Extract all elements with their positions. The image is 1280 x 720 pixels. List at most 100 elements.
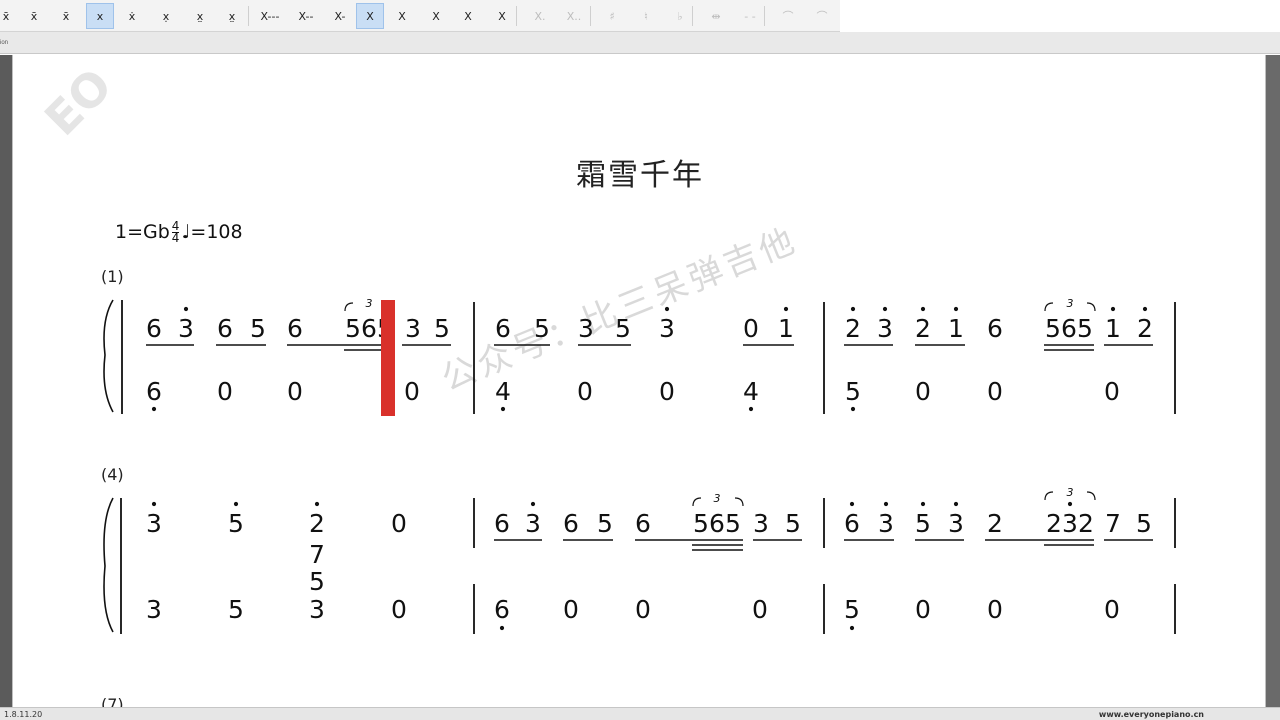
toolbar-dash-button[interactable]: - - [736, 3, 764, 29]
toolbar-natural-button[interactable]: ♮ [632, 3, 660, 29]
lower-note[interactable]: 0 [563, 595, 579, 624]
toolbar-note-dot-below-button[interactable]: x̣ [152, 3, 180, 29]
score-page[interactable]: EO 霜雪千年 1=Gb 4 4 ♩=108 (1) (4) (7) 公众号：比三呆弹… [12, 55, 1266, 707]
lower-note[interactable]: 0 [915, 595, 931, 624]
upper-note[interactable]: 1 [1105, 314, 1121, 343]
upper-note[interactable]: 3 [659, 314, 675, 343]
upper-note[interactable]: 3 [578, 314, 594, 343]
upper-note[interactable]: 7 [1105, 509, 1121, 538]
toolbar-quarter-note-button[interactable]: X [356, 3, 384, 29]
toolbar-double-dotted-button[interactable]: X.. [560, 3, 588, 29]
upper-note[interactable]: 3 [178, 314, 194, 343]
lower-note[interactable]: 5 [845, 377, 861, 406]
upper-note[interactable]: 3 [753, 509, 769, 538]
lower-note[interactable]: 0 [391, 595, 407, 624]
upper-note[interactable]: 5 [345, 314, 361, 343]
upper-note[interactable]: 3 [948, 509, 964, 538]
upper-note[interactable]: 2 [845, 314, 861, 343]
upper-note[interactable]: 3 [878, 509, 894, 538]
upper-note[interactable]: 6 [709, 509, 725, 538]
lower-note[interactable]: 5 [228, 595, 244, 624]
toolbar-slur-button[interactable]: ⌒ [774, 3, 802, 29]
upper-note[interactable]: 3 [146, 509, 162, 538]
upper-note[interactable]: 7 [309, 540, 325, 569]
toolbar-sixteenth-note-button[interactable]: X [422, 3, 450, 29]
upper-note[interactable]: 5 [1077, 314, 1093, 343]
toolbar-dotted-button[interactable]: X. [526, 3, 554, 29]
lower-note[interactable]: 0 [217, 377, 233, 406]
toolbar-note-upper-2-button[interactable]: x̄ [20, 3, 48, 29]
toolbar-whole-note-button[interactable]: X--- [256, 3, 284, 29]
upper-note[interactable]: 6 [217, 314, 233, 343]
score-canvas[interactable]: 6365656535653530123216565123360004004500… [13, 55, 1266, 707]
toolbar-note-upper-3-button[interactable]: x̄ [52, 3, 80, 29]
upper-note[interactable]: 2 [1137, 314, 1153, 343]
lower-note[interactable]: 0 [1104, 377, 1120, 406]
upper-note[interactable]: 1 [948, 314, 964, 343]
upper-note[interactable]: 5 [785, 509, 801, 538]
lower-note[interactable]: 0 [404, 377, 420, 406]
upper-note[interactable]: 5 [534, 314, 550, 343]
toolbar-note-3dot-below-button[interactable]: x̤ [218, 3, 246, 29]
lower-note[interactable]: 6 [494, 595, 510, 624]
toolbar-32nd-note-button[interactable]: X [454, 3, 482, 29]
upper-note[interactable]: 2 [987, 509, 1003, 538]
upper-note[interactable]: 3 [525, 509, 541, 538]
lower-note[interactable]: 0 [287, 377, 303, 406]
upper-note[interactable]: 3 [877, 314, 893, 343]
toolbar-tie-button[interactable]: ⇹ [702, 3, 730, 29]
lower-note[interactable]: 3 [309, 595, 325, 624]
toolbar-note-dot-above-button[interactable]: ẋ [118, 3, 146, 29]
lower-note[interactable]: 0 [915, 377, 931, 406]
upper-note[interactable]: 3 [405, 314, 421, 343]
upper-note[interactable]: 6 [287, 314, 303, 343]
upper-note[interactable]: 6 [494, 509, 510, 538]
upper-note[interactable]: 5 [615, 314, 631, 343]
lower-note[interactable]: 0 [1104, 595, 1120, 624]
lower-note[interactable]: 5 [844, 595, 860, 624]
lower-note[interactable]: 0 [987, 377, 1003, 406]
toolbar-note-plain-button[interactable]: x [86, 3, 114, 29]
upper-note[interactable]: 6 [361, 314, 377, 343]
lower-note[interactable]: 0 [635, 595, 651, 624]
upper-note[interactable]: 3 [1062, 509, 1078, 538]
upper-note[interactable]: 5 [597, 509, 613, 538]
upper-note[interactable]: 6 [987, 314, 1003, 343]
toolbar-eighth-note-button[interactable]: X [388, 3, 416, 29]
toolbar-64th-note-button[interactable]: X [488, 3, 516, 29]
upper-note[interactable]: 6 [635, 509, 651, 538]
upper-note[interactable]: 6 [1061, 314, 1077, 343]
upper-note[interactable]: 2 [1046, 509, 1062, 538]
lower-note[interactable]: 3 [146, 595, 162, 624]
toolbar-dotted-half-button[interactable]: X-- [292, 3, 320, 29]
upper-note[interactable]: 6 [844, 509, 860, 538]
lower-note[interactable]: 4 [495, 377, 511, 406]
upper-note[interactable]: 6 [146, 314, 162, 343]
upper-note[interactable]: 2 [309, 509, 325, 538]
upper-note[interactable]: 5 [1136, 509, 1152, 538]
upper-note[interactable]: 5 [434, 314, 450, 343]
upper-note[interactable]: 5 [725, 509, 741, 538]
upper-note[interactable]: 2 [1078, 509, 1094, 538]
lower-note[interactable]: 0 [577, 377, 593, 406]
upper-note[interactable]: 5 [693, 509, 709, 538]
upper-note[interactable]: 0 [391, 509, 407, 538]
upper-note[interactable]: 0 [743, 314, 759, 343]
toolbar-note-upper-dot-button[interactable]: x̄ [0, 3, 20, 29]
toolbar-flat-button[interactable]: ♭ [666, 3, 694, 29]
upper-note[interactable]: 1 [778, 314, 794, 343]
toolbar-sharp-button[interactable]: ♯ [598, 3, 626, 29]
lower-note[interactable]: 4 [743, 377, 759, 406]
upper-note[interactable]: 5 [915, 509, 931, 538]
lower-note[interactable]: 0 [987, 595, 1003, 624]
upper-note[interactable]: 5 [228, 509, 244, 538]
upper-note[interactable]: 5 [1045, 314, 1061, 343]
upper-note[interactable]: 6 [495, 314, 511, 343]
upper-note[interactable]: 2 [915, 314, 931, 343]
toolbar-half-note-button[interactable]: X- [326, 3, 354, 29]
upper-note[interactable]: 5 [250, 314, 266, 343]
upper-note[interactable]: 6 [563, 509, 579, 538]
lower-note[interactable]: 0 [659, 377, 675, 406]
lower-note[interactable]: 0 [752, 595, 768, 624]
toolbar-phrase-button[interactable]: ⌒ [808, 3, 836, 29]
